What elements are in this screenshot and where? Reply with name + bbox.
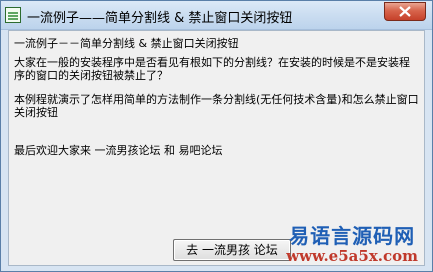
paragraph-description: 本例程就演示了怎样用简单的方法制作一条分割线(无任何技术含量)和怎么禁止窗口关闭… [14,93,419,119]
title-bar[interactable]: 一流例子——简单分割线 & 禁止窗口关闭按钮 [1,1,432,30]
window-title: 一流例子——简单分割线 & 禁止窗口关闭按钮 [27,11,293,26]
close-button[interactable] [384,2,426,21]
close-icon [399,6,411,17]
closing-text: 最后欢迎大家来 一流男孩论坛 和 易吧论坛 [14,144,223,157]
main-window: 一流例子——简单分割线 & 禁止窗口关闭按钮 一流例子－－简单分割线 & 禁止窗… [0,0,433,272]
paragraph-intro: 大家在一般的安装程序中是否看见有根如下的分割线？在安装的时候是不是安装程序的窗口… [14,56,410,82]
go-forum-button[interactable]: 去 一流男孩 论坛 [173,239,291,261]
content-heading: 一流例子－－简单分割线 & 禁止窗口关闭按钮 [14,37,239,50]
client-area: 一流例子－－简单分割线 & 禁止窗口关闭按钮 大家在一般的安装程序中是否看见有根… [8,30,425,266]
app-icon [5,7,21,23]
